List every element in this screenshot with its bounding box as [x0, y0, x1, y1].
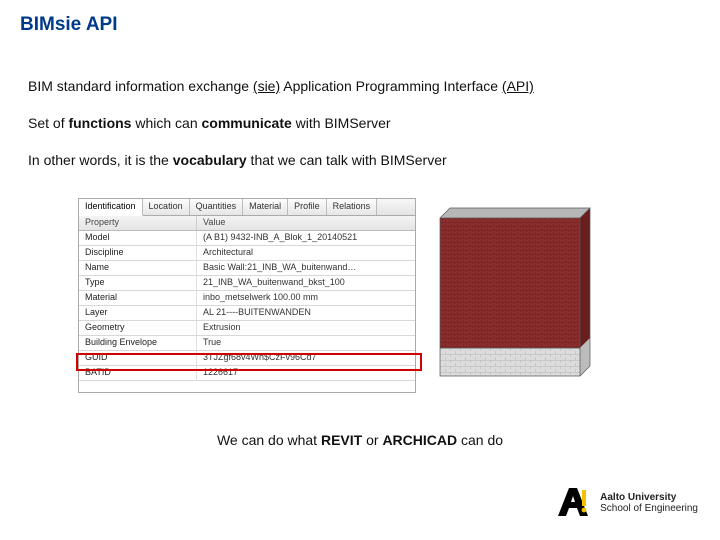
tab-profile[interactable]: Profile [288, 199, 327, 215]
tab-location[interactable]: Location [143, 199, 190, 215]
cell-val: True [197, 336, 415, 350]
cell-prop: Model [79, 231, 197, 245]
wall-3d-preview [430, 198, 600, 393]
text: with BIMServer [292, 115, 391, 131]
table-rows: Model(A B1) 9432-INB_A_Blok_1_20140521 D… [79, 231, 415, 381]
cell-val: Extrusion [197, 321, 415, 335]
cell-prop: Building Envelope [79, 336, 197, 350]
table-row[interactable]: BATID1226617 [79, 366, 415, 381]
intro-line-1: BIM standard information exchange (sie) … [28, 78, 534, 94]
aalto-logo-text: Aalto University School of Engineering [600, 492, 698, 514]
screenshot-group: Identification Location Quantities Mater… [78, 198, 598, 418]
cell-val: 1226617 [197, 366, 415, 380]
wall-icon [430, 198, 600, 393]
text: Set of [28, 115, 68, 131]
logo-line-2: School of Engineering [600, 503, 698, 514]
table-row[interactable]: Building EnvelopeTrue [79, 336, 415, 351]
text: In other words, it is the [28, 152, 173, 168]
cell-val: (A B1) 9432-INB_A_Blok_1_20140521 [197, 231, 415, 245]
text: that we can talk with BIMServer [247, 152, 447, 168]
cell-val: inbo_metselwerk 100.00 mm [197, 291, 415, 305]
cell-val: Architectural [197, 246, 415, 260]
header-value: Value [197, 216, 415, 230]
aalto-logo: Aalto University School of Engineering [554, 484, 698, 522]
cell-val: 3TJZgf68v4Wh$CzFv96Cd7 [197, 351, 415, 365]
text: or [362, 432, 382, 448]
text: BIM standard information exchange [28, 78, 253, 94]
underline-api: (API) [502, 78, 534, 94]
text: Application Programming Interface [280, 78, 502, 94]
cell-prop: Name [79, 261, 197, 275]
table-headers: Property Value [79, 216, 415, 231]
panel-tabs: Identification Location Quantities Mater… [79, 199, 415, 216]
underline-sie: (sie) [253, 78, 280, 94]
cell-prop: Geometry [79, 321, 197, 335]
header-property: Property [79, 216, 197, 230]
text: which can [131, 115, 201, 131]
bold-archicad: ARCHICAD [382, 432, 457, 448]
cell-prop: BATID [79, 366, 197, 380]
table-row[interactable]: NameBasic Wall:21_INB_WA_buitenwand… [79, 261, 415, 276]
slide-title: BIMsie API [20, 14, 118, 36]
table-row[interactable]: Type21_INB_WA_buitenwand_bkst_100 [79, 276, 415, 291]
bold-revit: REVIT [321, 432, 362, 448]
cell-val: Basic Wall:21_INB_WA_buitenwand… [197, 261, 415, 275]
bold-vocabulary: vocabulary [173, 152, 247, 168]
tab-relations[interactable]: Relations [327, 199, 378, 215]
table-row[interactable]: GUID3TJZgf68v4Wh$CzFv96Cd7 [79, 351, 415, 366]
table-row[interactable]: Materialinbo_metselwerk 100.00 mm [79, 291, 415, 306]
table-row[interactable]: LayerAL 21----BUITENWANDEN [79, 306, 415, 321]
properties-panel: Identification Location Quantities Mater… [78, 198, 416, 393]
table-row[interactable]: DisciplineArchitectural [79, 246, 415, 261]
table-row[interactable]: GeometryExtrusion [79, 321, 415, 336]
cell-prop: Layer [79, 306, 197, 320]
text: can do [457, 432, 503, 448]
aalto-logo-icon [554, 484, 592, 522]
bold-communicate: communicate [202, 115, 292, 131]
bold-functions: functions [68, 115, 131, 131]
intro-line-3: In other words, it is the vocabulary tha… [28, 152, 447, 168]
tab-identification[interactable]: Identification [79, 199, 143, 216]
tab-material[interactable]: Material [243, 199, 288, 215]
cell-prop: GUID [79, 351, 197, 365]
tab-quantities[interactable]: Quantities [190, 199, 244, 215]
cell-prop: Type [79, 276, 197, 290]
cell-val: AL 21----BUITENWANDEN [197, 306, 415, 320]
cell-val: 21_INB_WA_buitenwand_bkst_100 [197, 276, 415, 290]
text: We can do what [217, 432, 321, 448]
cell-prop: Material [79, 291, 197, 305]
intro-line-2: Set of functions which can communicate w… [28, 115, 391, 131]
caption-line: We can do what REVIT or ARCHICAD can do [0, 432, 720, 448]
table-row[interactable]: Model(A B1) 9432-INB_A_Blok_1_20140521 [79, 231, 415, 246]
logo-line-1: Aalto University [600, 492, 676, 503]
cell-prop: Discipline [79, 246, 197, 260]
